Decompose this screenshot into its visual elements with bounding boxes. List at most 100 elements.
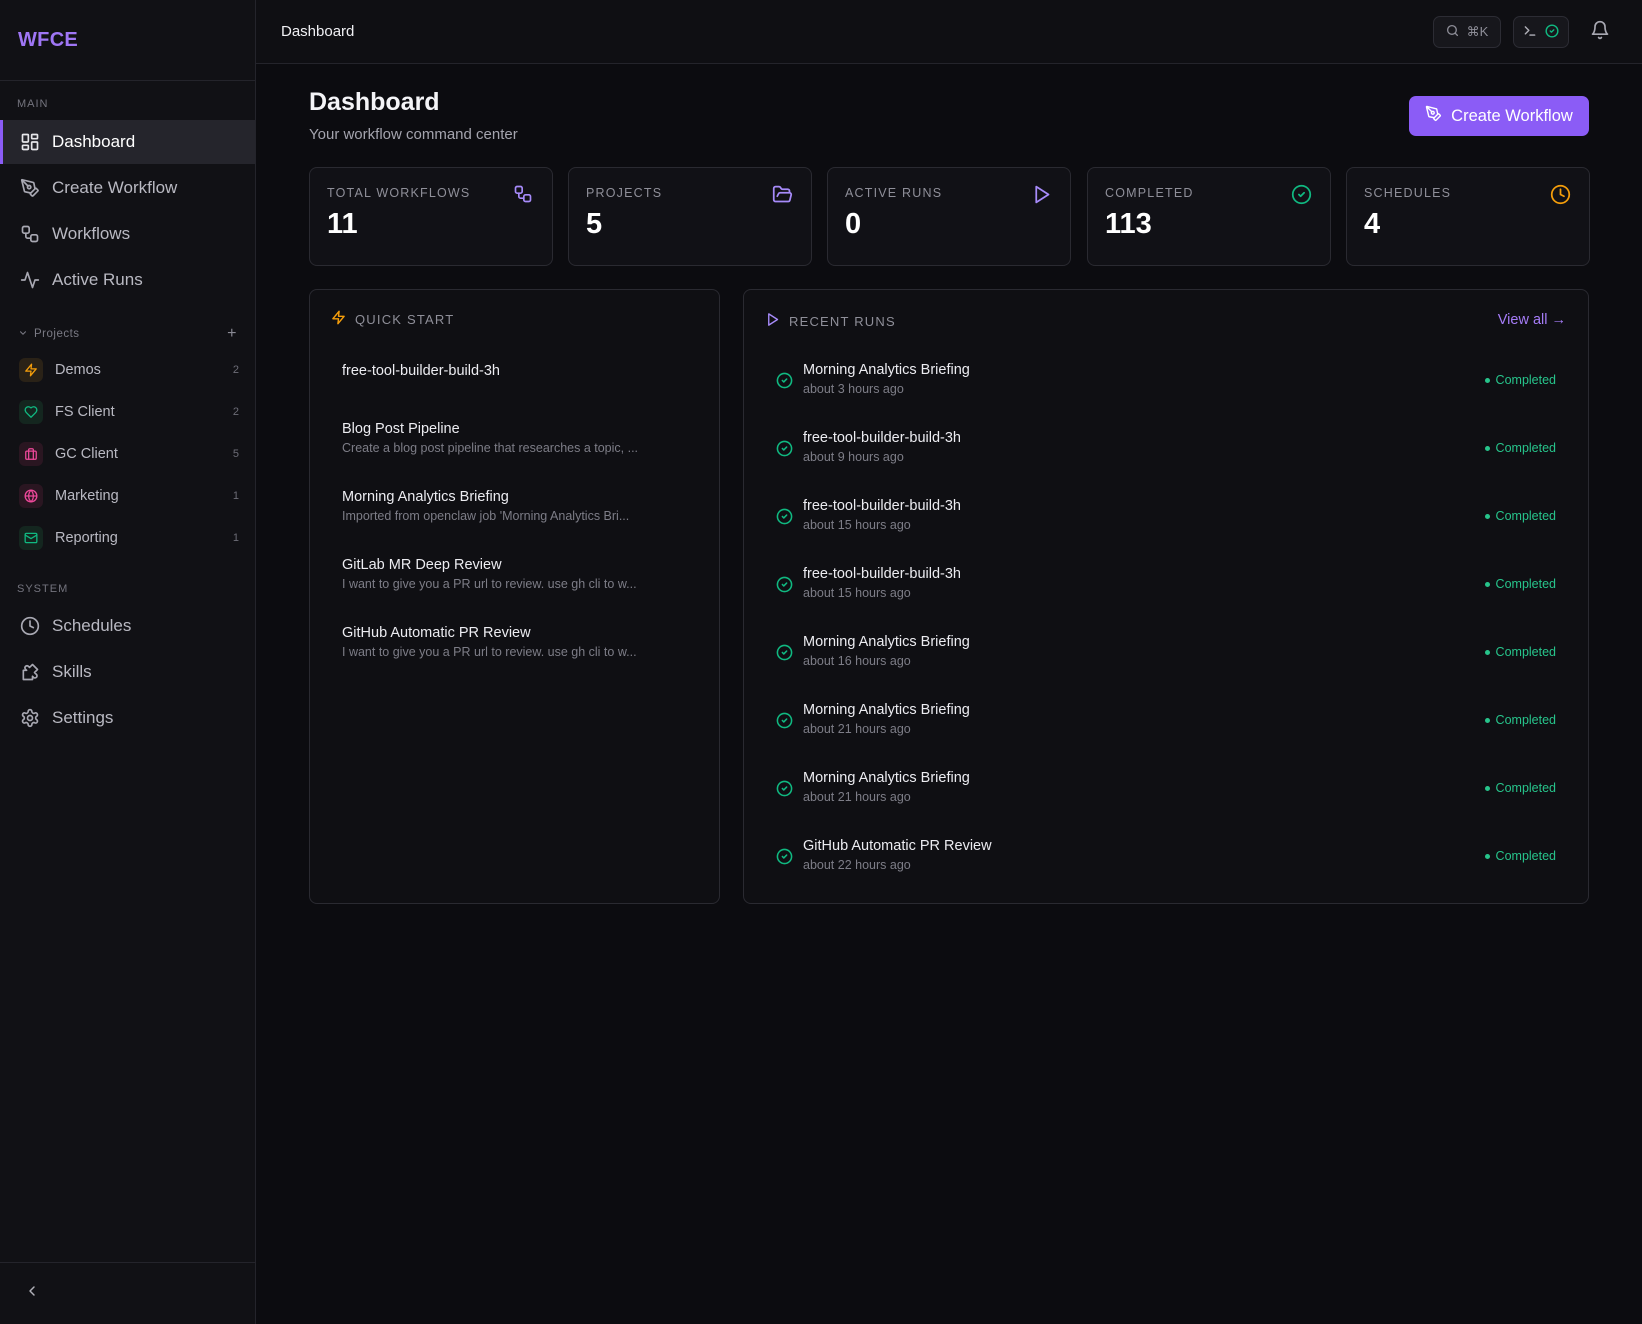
recent-runs-header: RECENT RUNS <box>765 312 896 330</box>
run-row[interactable]: GitHub Automatic PR Review about 22 hour… <box>776 838 1556 882</box>
create-workflow-label: Create Workflow <box>1451 106 1573 125</box>
projects-label: Projects <box>34 328 80 340</box>
workflow-icon <box>20 224 40 244</box>
stat-value: 5 <box>586 208 603 240</box>
sidebar-item-skills[interactable]: Skills <box>0 650 255 694</box>
breadcrumb: Dashboard <box>281 23 355 40</box>
stat-card-completed[interactable]: COMPLETED 113 <box>1087 167 1331 266</box>
recent-runs-panel: RECENT RUNS View all → Morning Analytics… <box>743 289 1589 904</box>
run-time: about 21 hours ago <box>803 722 911 736</box>
zap-icon <box>331 310 346 328</box>
run-row[interactable]: Morning Analytics Briefing about 21 hour… <box>776 770 1556 814</box>
quick-start-item-desc: Imported from openclaw job 'Morning Anal… <box>342 509 630 523</box>
sidebar-item-settings[interactable]: Settings <box>0 696 255 740</box>
run-time: about 9 hours ago <box>803 450 904 464</box>
status-dot <box>1484 717 1490 723</box>
sidebar-item-active-runs[interactable]: Active Runs <box>0 258 255 302</box>
check-circle-icon <box>1291 184 1313 206</box>
run-name: Morning Analytics Briefing <box>803 634 970 650</box>
status-badge: Completed <box>1484 781 1556 795</box>
folder-open-icon <box>772 184 794 206</box>
sidebar-item-dashboard[interactable]: Dashboard <box>0 120 255 164</box>
quick-start-item[interactable]: Blog Post Pipeline Create a blog post pi… <box>342 421 702 455</box>
sidebar-item-label: Active Runs <box>52 270 143 289</box>
project-label: Demos <box>55 362 101 378</box>
terminal-status-button[interactable] <box>1513 16 1569 48</box>
quick-start-item[interactable]: Morning Analytics Briefing Imported from… <box>342 489 702 523</box>
sidebar-item-label: Schedules <box>52 616 132 635</box>
bell-icon[interactable] <box>1590 20 1614 44</box>
stat-card-projects[interactable]: PROJECTS 5 <box>568 167 812 266</box>
quick-start-item-title: GitHub Automatic PR Review <box>342 625 531 641</box>
section-label-main: MAIN <box>17 98 49 110</box>
check-circle-icon <box>776 712 794 730</box>
run-row[interactable]: Morning Analytics Briefing about 3 hours… <box>776 362 1556 406</box>
heart-icon <box>19 400 43 424</box>
clock-icon <box>20 616 40 636</box>
status-label: Completed <box>1495 373 1556 387</box>
run-time: about 22 hours ago <box>803 858 911 872</box>
quick-start-item-title: Morning Analytics Briefing <box>342 489 509 505</box>
activity-icon <box>20 270 40 290</box>
mail-icon <box>19 526 43 550</box>
projects-header[interactable]: Projects + <box>0 325 255 343</box>
check-circle-icon <box>776 780 794 798</box>
status-dot <box>1484 785 1490 791</box>
workflow-icon <box>513 184 535 206</box>
quick-start-item-title: Blog Post Pipeline <box>342 421 460 437</box>
sidebar-project-demos[interactable]: Demos 2 <box>0 350 255 390</box>
run-row[interactable]: free-tool-builder-build-3h about 9 hours… <box>776 430 1556 474</box>
status-label: Completed <box>1495 781 1556 795</box>
status-badge: Completed <box>1484 441 1556 455</box>
stat-label: ACTIVE RUNS <box>845 186 943 200</box>
project-count: 1 <box>232 532 239 544</box>
create-workflow-button[interactable]: Create Workflow <box>1409 96 1589 136</box>
chevron-left-icon <box>24 1283 40 1304</box>
sidebar-project-fs-client[interactable]: FS Client 2 <box>0 392 255 432</box>
run-row[interactable]: free-tool-builder-build-3h about 15 hour… <box>776 566 1556 610</box>
sidebar-item-create-workflow[interactable]: Create Workflow <box>0 166 255 210</box>
sidebar-item-label: Settings <box>52 708 114 727</box>
run-row[interactable]: Morning Analytics Briefing about 21 hour… <box>776 702 1556 746</box>
stat-card-schedules[interactable]: SCHEDULES 4 <box>1346 167 1590 266</box>
sidebar-project-reporting[interactable]: Reporting 1 <box>0 518 255 558</box>
status-label: Completed <box>1495 849 1556 863</box>
run-time: about 15 hours ago <box>803 586 911 600</box>
stat-value: 4 <box>1364 208 1381 240</box>
run-name: free-tool-builder-build-3h <box>803 430 961 446</box>
view-all-link[interactable]: View all → <box>1498 312 1566 328</box>
quick-start-item-title: free-tool-builder-build-3h <box>342 363 500 379</box>
stat-card-total-workflows[interactable]: TOTAL WORKFLOWS 11 <box>309 167 553 266</box>
quick-start-item-desc: Create a blog post pipeline that researc… <box>342 441 639 455</box>
add-project-icon[interactable]: + <box>227 325 237 343</box>
status-dot <box>1484 581 1490 587</box>
status-dot <box>1484 377 1490 383</box>
status-label: Completed <box>1495 645 1556 659</box>
stat-value: 0 <box>845 208 862 240</box>
sidebar-item-schedules[interactable]: Schedules <box>0 604 255 648</box>
quick-start-item[interactable]: GitHub Automatic PR Review I want to giv… <box>342 625 702 659</box>
sidebar-project-gc-client[interactable]: GC Client 5 <box>0 434 255 474</box>
sidebar-item-workflows[interactable]: Workflows <box>0 212 255 256</box>
run-name: Morning Analytics Briefing <box>803 362 970 378</box>
status-dot <box>1484 445 1490 451</box>
recent-runs-title: RECENT RUNS <box>789 313 896 329</box>
search-button[interactable]: ⌘K <box>1433 16 1501 48</box>
run-row[interactable]: Morning Analytics Briefing about 16 hour… <box>776 634 1556 678</box>
search-icon <box>1446 24 1459 40</box>
check-circle-icon <box>776 644 794 662</box>
status-label: Completed <box>1495 713 1556 727</box>
check-circle-icon <box>776 372 794 390</box>
sidebar-item-label: Create Workflow <box>52 178 178 197</box>
quick-start-panel: QUICK START free-tool-builder-build-3h B… <box>309 289 720 904</box>
pen-tool-icon <box>1425 105 1442 127</box>
collapse-sidebar-button[interactable] <box>0 1262 255 1324</box>
brand-logo[interactable]: WFCE <box>0 0 255 81</box>
quick-start-item[interactable]: free-tool-builder-build-3h <box>342 363 702 379</box>
check-circle-icon <box>1545 23 1559 41</box>
sidebar-project-marketing[interactable]: Marketing 1 <box>0 476 255 516</box>
quick-start-item[interactable]: GitLab MR Deep Review I want to give you… <box>342 557 702 591</box>
stat-card-active-runs[interactable]: ACTIVE RUNS 0 <box>827 167 1071 266</box>
topbar: Dashboard ⌘K <box>256 0 1642 64</box>
run-row[interactable]: free-tool-builder-build-3h about 15 hour… <box>776 498 1556 542</box>
